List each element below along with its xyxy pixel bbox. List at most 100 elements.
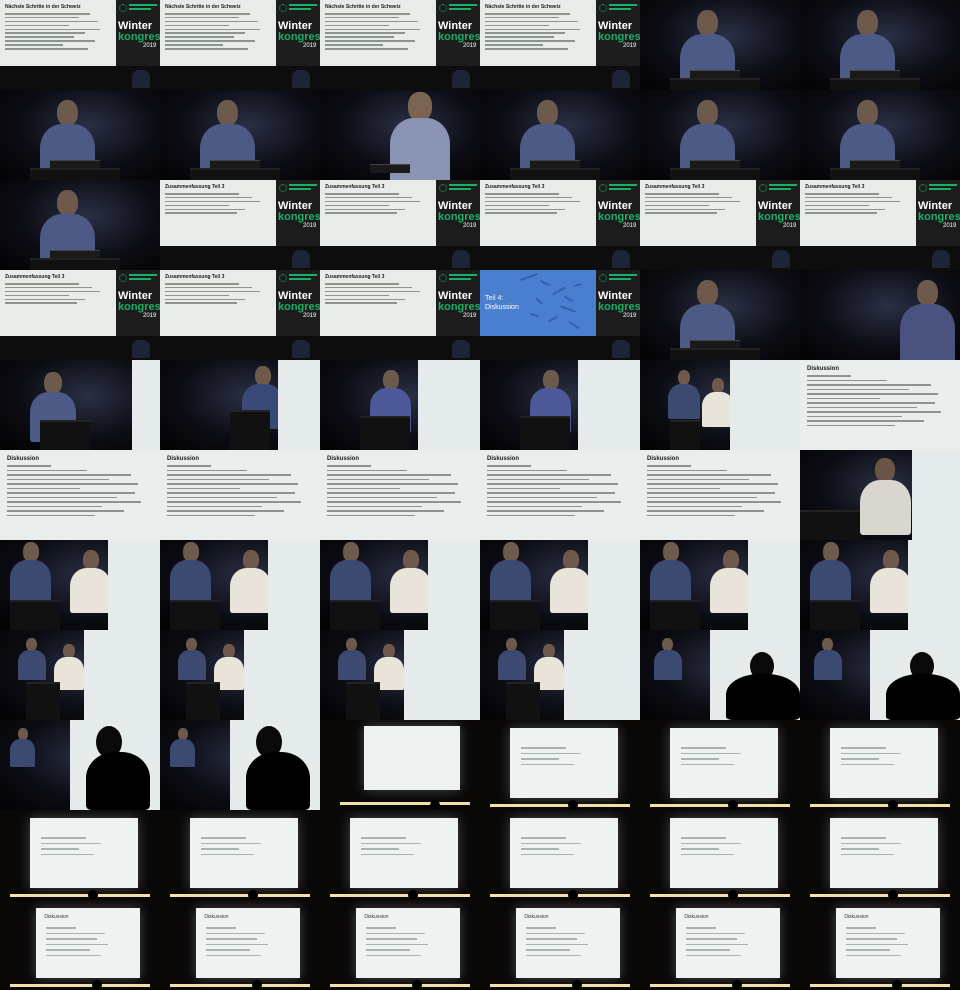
text-line — [5, 298, 85, 301]
text-line — [46, 927, 76, 929]
video-frame — [640, 810, 800, 900]
text-line — [520, 763, 574, 766]
text-lines — [680, 833, 757, 859]
speaker-body — [330, 560, 372, 605]
text-line — [206, 943, 269, 946]
audience-silhouette — [886, 674, 960, 720]
slide-summary: Zusammenfassung Teil 3 — [0, 270, 116, 336]
video-frame — [0, 540, 160, 630]
brand-year: 2019 — [303, 223, 317, 229]
speaker-head — [722, 550, 739, 570]
podium — [800, 510, 860, 540]
text-line — [680, 842, 742, 845]
side-screen — [428, 540, 480, 630]
speaker-thumbnail — [480, 246, 640, 270]
audience-silhouette — [246, 752, 310, 810]
text-line — [327, 496, 437, 498]
stage-light — [10, 894, 150, 897]
text-lines — [40, 833, 117, 859]
text-line — [165, 24, 229, 27]
video-frame: Diskussion — [0, 450, 160, 540]
podium — [520, 416, 570, 450]
speaker-head — [696, 280, 719, 307]
podium — [170, 600, 220, 630]
speaker-head — [216, 100, 239, 127]
text-line — [487, 496, 597, 498]
brand-panel: Winterkongress2019 — [116, 270, 160, 336]
video-frame: Diskussion — [480, 900, 640, 990]
text-line — [645, 200, 741, 203]
video-frame — [320, 720, 480, 810]
audience-head — [92, 980, 102, 990]
side-screen — [908, 540, 960, 630]
speaker-head — [696, 100, 719, 127]
text-line — [327, 501, 462, 503]
text-line — [5, 13, 90, 15]
text-line — [520, 853, 574, 856]
speaker-thumb-figure — [612, 340, 630, 358]
text-line — [807, 420, 924, 422]
text-line — [206, 949, 251, 951]
text-line — [485, 212, 558, 214]
text-line — [165, 212, 238, 214]
decor-dash — [568, 320, 580, 330]
speaker-thumbnail — [320, 336, 480, 360]
brand-panel: Winterkongress2019 — [116, 0, 160, 66]
slide-summary: Zusammenfassung Teil 3 — [320, 180, 436, 246]
text-line — [165, 283, 240, 285]
slide-title: Diskussion — [684, 913, 709, 920]
text-line — [520, 848, 559, 850]
video-frame — [160, 720, 320, 810]
logo-wordmark — [449, 184, 477, 186]
text-line — [327, 505, 422, 507]
speaker-body — [870, 568, 912, 613]
text-line — [167, 505, 262, 507]
frame-grid: Nächste Schritte in der Schweiz Winter kon… — [0, 0, 960, 990]
video-frame: Diskussion — [160, 450, 320, 540]
text-line — [5, 283, 80, 285]
text-line — [7, 469, 88, 471]
text-line — [647, 483, 779, 485]
text-lines — [805, 193, 911, 214]
video-frame: Teil 4: Diskussion Winterkongress2019 — [480, 270, 640, 360]
slide-heading: Diskussion — [485, 304, 519, 311]
text-line — [366, 949, 411, 951]
text-lines — [206, 923, 279, 960]
text-line — [526, 927, 556, 929]
video-frame — [640, 630, 800, 720]
logo-wordmark — [289, 184, 317, 186]
speaker-head — [242, 550, 259, 570]
text-lines — [645, 193, 751, 214]
text-line — [846, 954, 901, 957]
text-line — [485, 204, 549, 207]
text-line — [485, 200, 581, 203]
text-line — [167, 496, 277, 498]
speaker-body — [550, 568, 592, 613]
text-line — [167, 483, 299, 485]
text-line — [46, 954, 101, 957]
text-line — [840, 752, 902, 755]
text-line — [647, 496, 757, 498]
slide-title: Diskussion — [327, 456, 360, 462]
speaker-head — [254, 366, 271, 386]
speaker-head — [502, 542, 519, 562]
logo-icon — [599, 274, 607, 282]
logo-wordmark — [449, 4, 477, 6]
video-frame — [800, 450, 960, 540]
speaker-thumbnail — [480, 66, 640, 90]
speaker-head — [342, 542, 359, 562]
video-frame — [160, 810, 320, 900]
speaker-thumb-figure — [932, 250, 950, 268]
brand-subtitle: kongress — [918, 211, 960, 223]
brand-panel: Winterkongress2019 — [276, 0, 320, 66]
speaker-head — [882, 550, 899, 570]
text-line — [647, 469, 728, 471]
text-line — [840, 848, 879, 850]
slide-title: Diskussion — [844, 913, 869, 920]
speaker-thumbnail — [480, 336, 640, 360]
text-line — [325, 286, 412, 289]
text-line — [526, 938, 578, 940]
text-line — [165, 193, 240, 195]
text-line — [46, 943, 109, 946]
text-line — [807, 375, 851, 377]
